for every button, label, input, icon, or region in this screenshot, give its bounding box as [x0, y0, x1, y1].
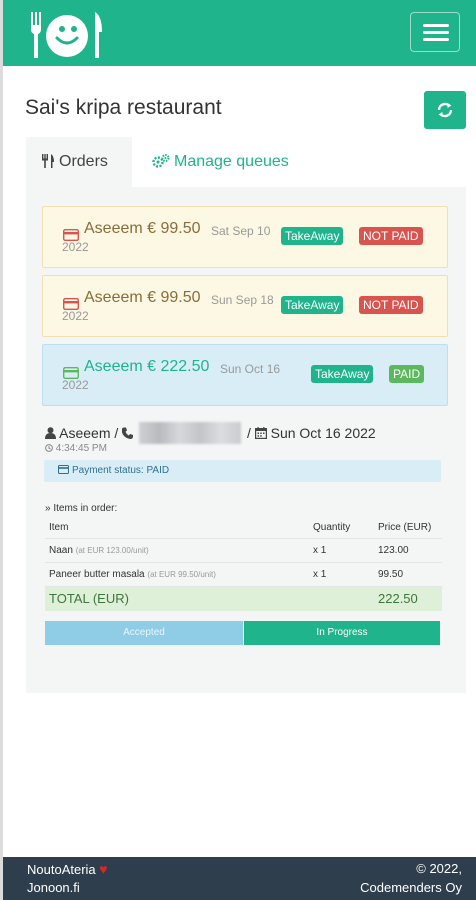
items-title: » Items in order: — [45, 503, 118, 514]
credit-card-icon — [58, 465, 69, 474]
phone-number-redacted — [139, 422, 242, 444]
order-title: Aseeem € 99.50 — [84, 220, 201, 237]
order-title: Aseeem € 222.50 — [84, 358, 210, 375]
refresh-icon — [437, 102, 453, 118]
refresh-button[interactable] — [424, 91, 466, 129]
table-total-row: TOTAL (EUR) 222.50 — [45, 587, 442, 611]
footer-copyright: © 2022, — [416, 861, 462, 876]
payment-badge: NOT PAID — [359, 227, 423, 245]
takeaway-badge: TakeAway — [281, 296, 344, 314]
order-date: Sun Oct 16 2022 — [270, 425, 376, 441]
table-header: Item Quantity Price (EUR) — [45, 517, 442, 539]
tab-orders[interactable]: Orders — [26, 137, 132, 187]
clock-icon — [45, 444, 53, 452]
hamburger-menu-icon — [423, 24, 449, 27]
order-time: 4:34:45 PM — [45, 443, 107, 454]
table-row: Paneer butter masala (at EUR 99.50/unit)… — [45, 563, 442, 587]
order-date: Sun Oct 16 — [220, 362, 281, 376]
payment-status-alert: Payment status: PAID — [44, 460, 441, 482]
page-title: Sai's kripa restaurant — [25, 96, 222, 119]
footer: NoutoAteria ♥ Jonoon.fi © 2022, Codemend… — [3, 857, 476, 900]
footer-company[interactable]: Codemenders Oy — [360, 880, 462, 895]
cutlery-icon — [42, 154, 54, 168]
order-card[interactable]: Aseeem € 99.50 Sat Sep 10 2022 TakeAway … — [42, 206, 448, 268]
order-year: 2022 — [62, 378, 89, 392]
order-card[interactable]: Aseeem € 99.50 Sun Sep 18 2022 TakeAway … — [42, 275, 448, 337]
heart-icon: ♥ — [99, 861, 108, 877]
user-icon — [45, 427, 56, 439]
order-date: Sat Sep 10 — [211, 224, 271, 238]
items-table: Item Quantity Price (EUR) Naan (at EUR 1… — [45, 517, 442, 611]
order-title: Aseeem € 99.50 — [84, 289, 201, 306]
takeaway-badge: TakeAway — [311, 365, 374, 383]
brand-logo[interactable] — [29, 12, 105, 60]
payment-badge: PAID — [389, 365, 425, 383]
table-row: Naan (at EUR 123.00/unit) x 1 123.00 — [45, 539, 442, 563]
order-date: Sun Sep 18 — [211, 293, 274, 307]
customer-name: Aseeem / — [59, 425, 119, 441]
footer-site-link[interactable]: Jonoon.fi — [27, 880, 80, 895]
cogs-icon — [152, 154, 170, 168]
phone-icon — [121, 427, 134, 439]
order-card-selected[interactable]: Aseeem € 222.50 Sun Oct 16 2022 TakeAway… — [42, 344, 448, 406]
order-year: 2022 — [62, 309, 89, 323]
footer-brand[interactable]: NoutoAteria — [27, 862, 96, 877]
takeaway-badge: TakeAway — [281, 227, 344, 245]
payment-badge: NOT PAID — [359, 296, 423, 314]
tab-bar: Orders Manage queues — [26, 137, 466, 187]
hamburger-menu-button[interactable] — [410, 12, 460, 52]
calendar-icon — [254, 427, 267, 440]
accepted-button[interactable]: Accepted — [45, 621, 243, 645]
order-year: 2022 — [62, 240, 89, 254]
top-navbar — [3, 0, 476, 66]
in-progress-button[interactable]: In Progress — [244, 621, 440, 645]
order-detail-line: Aseeem / / Sun Oct 16 2022 — [45, 422, 376, 444]
tab-manage-queues[interactable]: Manage queues — [132, 137, 466, 187]
